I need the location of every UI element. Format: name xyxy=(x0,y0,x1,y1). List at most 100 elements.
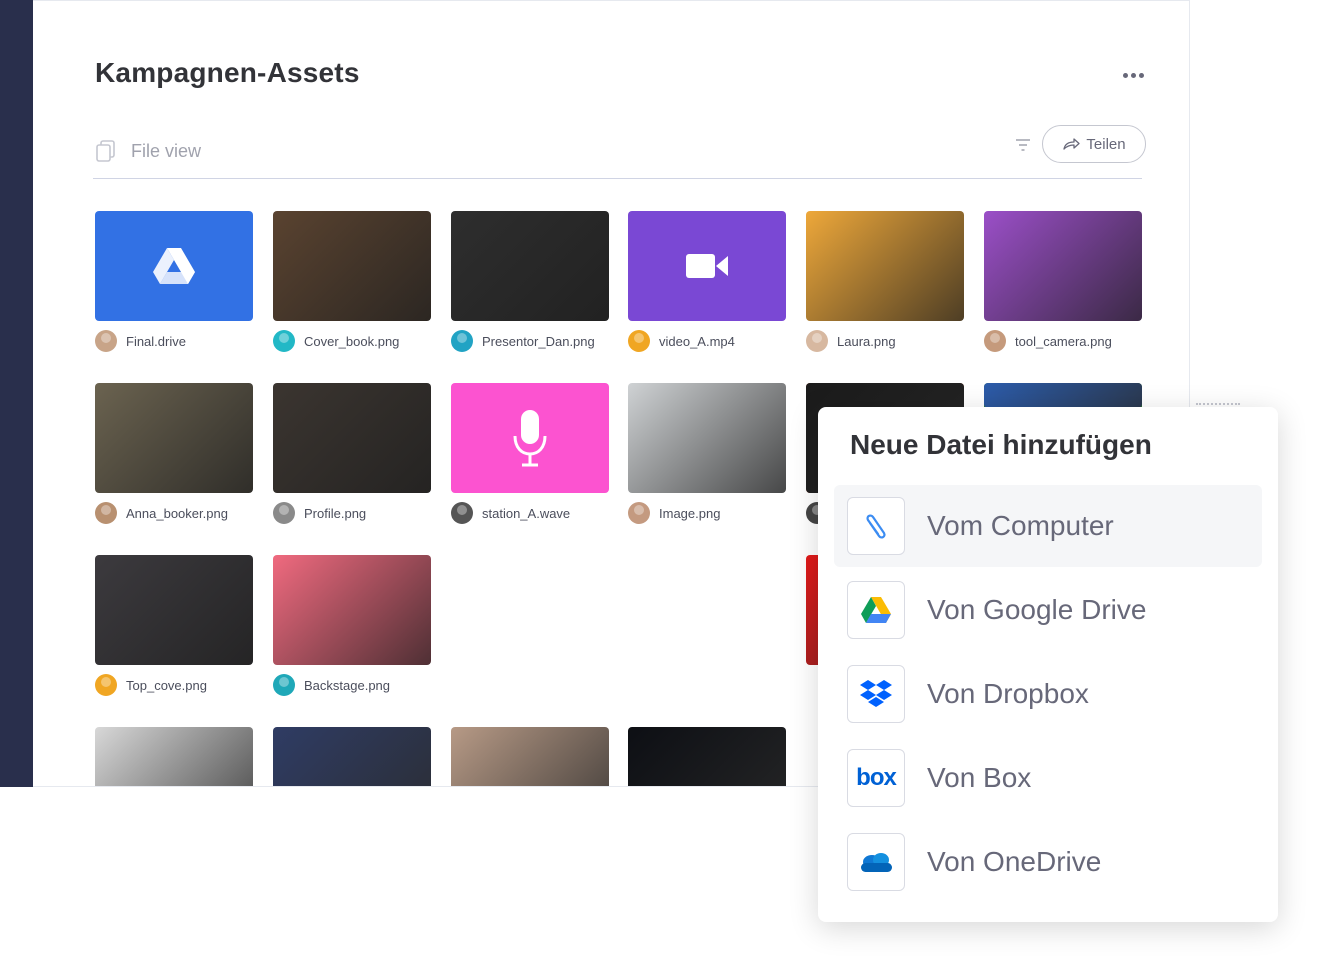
file-copy-icon xyxy=(96,140,115,162)
file-tile[interactable]: Image.png xyxy=(628,383,786,524)
avatar xyxy=(273,674,295,696)
file-meta: tool_camera.png xyxy=(984,330,1142,352)
avatar xyxy=(984,330,1006,352)
left-sidebar-strip xyxy=(0,0,33,787)
file-meta: Cover_book.png xyxy=(273,330,431,352)
avatar xyxy=(273,330,295,352)
video-camera-icon xyxy=(686,254,728,278)
file-name: station_A.wave xyxy=(482,505,571,521)
google-drive-icon xyxy=(153,248,195,284)
file-thumbnail[interactable] xyxy=(628,727,786,786)
file-meta: Image.png xyxy=(628,502,786,524)
file-tile[interactable]: station_A.wave xyxy=(451,383,609,524)
file-meta: Presentor_Dan.png xyxy=(451,330,609,352)
box-logo-text: box xyxy=(856,764,897,791)
file-thumbnail[interactable] xyxy=(628,211,786,321)
onedrive-icon xyxy=(847,833,905,891)
filter-icon[interactable] xyxy=(1013,135,1033,155)
option-label: Vom Computer xyxy=(927,510,1114,541)
file-thumbnail[interactable] xyxy=(984,383,1142,408)
file-tile-partial[interactable] xyxy=(451,727,609,786)
share-button[interactable]: Teilen xyxy=(1042,125,1146,163)
file-name: Final.drive xyxy=(126,333,186,349)
file-tile[interactable]: tool_camera.png xyxy=(984,211,1142,352)
file-name: Top_cove.png xyxy=(126,677,207,693)
file-tile-partial[interactable] xyxy=(273,727,431,786)
file-tile[interactable]: video_A.mp4 xyxy=(628,211,786,352)
file-name: Backstage.png xyxy=(304,677,391,693)
file-meta: Anna_booker.png xyxy=(95,502,253,524)
file-meta: video_A.mp4 xyxy=(628,330,786,352)
avatar xyxy=(95,674,117,696)
option-label: Von OneDrive xyxy=(927,846,1102,877)
microphone-icon xyxy=(513,410,547,467)
box-icon: box xyxy=(847,749,905,807)
dropbox-icon xyxy=(847,665,905,723)
file-thumbnail[interactable] xyxy=(806,211,964,321)
avatar xyxy=(451,330,473,352)
file-name: Cover_book.png xyxy=(304,333,400,349)
option-from-dropbox[interactable]: Von Dropbox xyxy=(834,653,1262,735)
file-thumbnail[interactable] xyxy=(95,211,253,321)
avatar xyxy=(95,330,117,352)
file-tile-partial[interactable] xyxy=(628,727,786,786)
file-thumbnail[interactable] xyxy=(273,211,431,321)
add-file-dropdown: Neue Datei hinzufügen Vom Computer Von G… xyxy=(818,407,1278,922)
file-tile-partial[interactable] xyxy=(95,727,253,786)
file-tile[interactable]: Profile.png xyxy=(273,383,431,524)
file-thumbnail[interactable] xyxy=(451,727,609,786)
option-from-onedrive[interactable]: Von OneDrive xyxy=(834,821,1262,903)
file-meta: Laura.png xyxy=(806,330,964,352)
file-meta: Backstage.png xyxy=(273,674,431,696)
board-title: Kampagnen-Assets xyxy=(95,57,360,88)
file-thumbnail[interactable] xyxy=(628,383,786,493)
dropdown-title: Neue Datei hinzufügen xyxy=(850,429,1152,460)
avatar xyxy=(628,330,650,352)
header-divider xyxy=(93,178,1142,179)
file-tile[interactable]: Laura.png xyxy=(806,211,964,352)
option-label: Von Google Drive xyxy=(927,594,1147,625)
file-meta: Profile.png xyxy=(273,502,431,524)
avatar xyxy=(628,502,650,524)
file-name: video_A.mp4 xyxy=(659,333,735,349)
avatar xyxy=(95,502,117,524)
file-tile[interactable]: Backstage.png xyxy=(273,555,431,696)
file-thumbnail[interactable] xyxy=(95,727,253,786)
file-tile[interactable]: Cover_book.png xyxy=(273,211,431,352)
google-drive-icon xyxy=(847,581,905,639)
file-thumbnail[interactable] xyxy=(984,211,1142,321)
file-name: Presentor_Dan.png xyxy=(482,333,595,349)
connector-dots xyxy=(1196,403,1240,405)
more-options-icon[interactable] xyxy=(1118,63,1148,87)
share-label: Teilen xyxy=(1086,135,1126,153)
file-tile[interactable]: Top_cove.png xyxy=(95,555,253,696)
avatar xyxy=(273,502,295,524)
file-tile-partial[interactable] xyxy=(984,383,1142,408)
file-tile[interactable]: Presentor_Dan.png xyxy=(451,211,609,352)
file-name: Laura.png xyxy=(837,333,896,349)
option-label: Von Dropbox xyxy=(927,678,1089,709)
file-meta: Top_cove.png xyxy=(95,674,253,696)
file-thumbnail[interactable] xyxy=(273,555,431,665)
file-thumbnail[interactable] xyxy=(273,383,431,493)
file-name: Anna_booker.png xyxy=(126,505,228,521)
option-label: Von Box xyxy=(927,762,1032,793)
file-name: Image.png xyxy=(659,505,721,521)
file-meta: station_A.wave xyxy=(451,502,609,524)
option-from-box[interactable]: box Von Box xyxy=(834,737,1262,819)
app-stage: Kampagnen-Assets File view Teilen Final.… xyxy=(0,0,1329,964)
file-thumbnail[interactable] xyxy=(273,727,431,786)
file-name: Profile.png xyxy=(304,505,367,521)
file-thumbnail[interactable] xyxy=(451,211,609,321)
option-from-google-drive[interactable]: Von Google Drive xyxy=(834,569,1262,651)
file-thumbnail[interactable] xyxy=(95,555,253,665)
file-thumbnail[interactable] xyxy=(95,383,253,493)
file-thumbnail[interactable] xyxy=(451,383,609,493)
share-arrow-icon xyxy=(1063,138,1081,150)
file-tile[interactable]: Anna_booker.png xyxy=(95,383,253,524)
file-view-tab[interactable]: File view xyxy=(95,139,201,163)
file-name: tool_camera.png xyxy=(1015,333,1112,349)
file-view-label: File view xyxy=(131,140,202,161)
option-from-computer[interactable]: Vom Computer xyxy=(834,485,1262,567)
file-tile[interactable]: Final.drive xyxy=(95,211,253,352)
